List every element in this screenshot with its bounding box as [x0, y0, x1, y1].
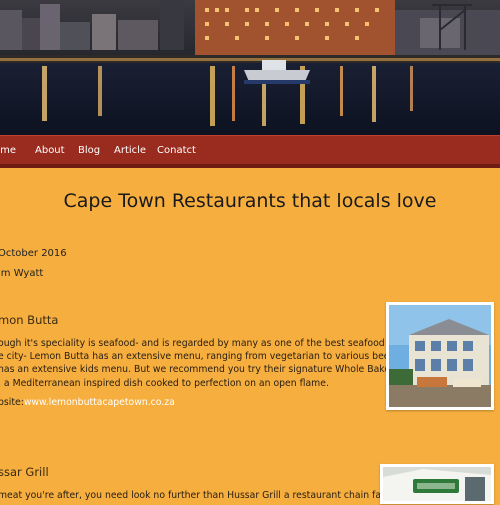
nav-blog-link[interactable]: Blog	[78, 145, 100, 156]
nav-contact-link[interactable]: Conatct	[157, 145, 196, 156]
website-label: bsite:	[0, 397, 24, 408]
restaurant-photo	[380, 464, 494, 504]
body-line: , a Mediterranean inspired dish cooked t…	[0, 377, 329, 389]
harbor-night-photo	[0, 0, 500, 135]
hussar-grill-sign-image	[383, 467, 491, 501]
nav-article-link[interactable]: Article	[114, 145, 146, 156]
section-body: ough it's speciality is seafood- and is …	[0, 337, 441, 390]
body-line: meat you're after, you need look no furt…	[0, 490, 418, 501]
nav-about-link[interactable]: About	[35, 145, 65, 156]
website-line: bsite:www.lemonbuttacapetown.co.za	[0, 396, 386, 409]
body-line: has an extensive kids menu. But we recom…	[0, 364, 419, 376]
section-body: meat you're after, you need look no furt…	[0, 489, 418, 502]
website-link[interactable]: www.lemonbuttacapetown.co.za	[24, 397, 175, 408]
page-title: Cape Town Restaurants that locals love	[63, 190, 437, 212]
restaurant-photo	[386, 302, 494, 410]
article-content: Cape Town Restaurants that locals love O…	[0, 168, 500, 504]
main-navigation: ome About Blog Article Conatct	[0, 135, 500, 168]
lemon-butta-building-image	[389, 305, 491, 407]
article-author: im Wyatt	[0, 268, 44, 279]
section-heading: ssar Grill	[0, 465, 49, 479]
body-line: ough it's speciality is seafood- and is …	[0, 338, 441, 349]
hero-image	[0, 0, 500, 135]
nav-home-link[interactable]: ome	[0, 145, 16, 156]
section-heading: mon Butta	[0, 313, 59, 327]
article-date: October 2016	[0, 248, 67, 259]
body-line: e city- Lemon Butta has an extensive men…	[0, 351, 428, 363]
